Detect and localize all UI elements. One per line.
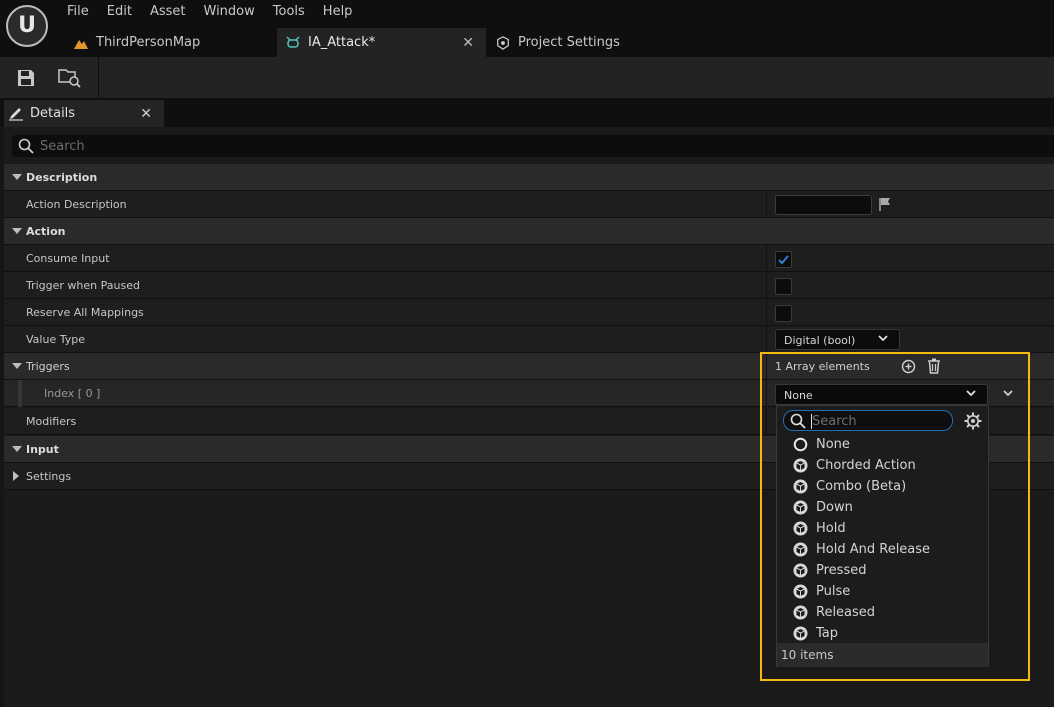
property-action-description: Action Description (4, 191, 1054, 218)
expand-arrow-icon (12, 446, 22, 452)
title-bar: U File Edit Asset Window Tools Help Thir… (0, 0, 1054, 57)
picker-search-input[interactable]: Search (783, 410, 953, 431)
picker-item-down[interactable]: Down (793, 497, 853, 518)
menu-window[interactable]: Window (195, 0, 264, 24)
collapsed-arrow-icon (13, 471, 19, 481)
property-reserve-all-mappings: Reserve All Mappings (4, 299, 1054, 326)
picker-item-pressed[interactable]: Pressed (793, 560, 866, 581)
tab-project-settings[interactable]: Project Settings (487, 28, 677, 57)
class-cube-icon (793, 479, 808, 494)
close-icon[interactable]: ✕ (462, 35, 474, 51)
tab-details[interactable]: Details ✕ (4, 100, 164, 127)
consume-input-checkbox[interactable] (775, 251, 792, 268)
tab-thirdpersonmap[interactable]: ThirdPersonMap (64, 28, 276, 57)
menu-tools[interactable]: Tools (264, 0, 314, 24)
unreal-logo-icon[interactable]: U (6, 5, 48, 47)
search-placeholder: Search (40, 138, 85, 154)
level-icon (74, 36, 88, 50)
asset-toolbar (0, 57, 1054, 99)
menu-bar: File Edit Asset Window Tools Help (58, 0, 361, 24)
category-description[interactable]: Description (4, 164, 1054, 191)
property-consume-input: Consume Input (4, 245, 1054, 272)
class-cube-icon (793, 458, 808, 473)
checkmark-icon (778, 255, 789, 265)
details-tab-label: Details (30, 106, 76, 121)
property-trigger-when-paused: Trigger when Paused (4, 272, 1054, 299)
tab-label: IA_Attack* (308, 35, 376, 50)
search-icon (790, 413, 806, 429)
class-cube-icon (793, 584, 808, 599)
category-action[interactable]: Action (4, 218, 1054, 245)
picker-item-tap[interactable]: Tap (793, 623, 838, 644)
reserve-all-mappings-checkbox[interactable] (775, 305, 792, 322)
localization-flag-icon[interactable] (878, 197, 892, 211)
picker-item-none[interactable]: None (793, 434, 850, 455)
property-value-type: Value Type Digital (bool) (4, 326, 1054, 353)
picker-item-chorded-action[interactable]: Chorded Action (793, 455, 916, 476)
menu-edit[interactable]: Edit (98, 0, 141, 24)
picker-item-hold-and-release[interactable]: Hold And Release (793, 539, 930, 560)
menu-file[interactable]: File (58, 0, 98, 24)
picker-item-hold[interactable]: Hold (793, 518, 846, 539)
settings-cube-icon (496, 35, 510, 50)
expand-arrow-icon (12, 174, 22, 180)
menu-help[interactable]: Help (314, 0, 362, 24)
class-cube-icon (793, 521, 808, 536)
expand-arrow-icon (12, 363, 22, 369)
class-cube-icon (793, 500, 808, 515)
picker-item-pulse[interactable]: Pulse (793, 581, 850, 602)
panel-tab-strip: Details ✕ (0, 99, 1054, 127)
input-action-icon (286, 35, 300, 50)
picker-item-released[interactable]: Released (793, 602, 875, 623)
tab-ia-attack[interactable]: IA_Attack* ✕ (277, 28, 486, 57)
tab-label: ThirdPersonMap (96, 35, 201, 50)
edit-pencil-icon (8, 107, 24, 121)
drag-handle-icon[interactable] (18, 380, 22, 407)
close-icon[interactable]: ✕ (140, 106, 152, 122)
chevron-down-icon (877, 333, 889, 346)
search-icon (18, 138, 34, 154)
menu-asset[interactable]: Asset (141, 0, 195, 24)
picker-item-count: 10 items (777, 643, 988, 667)
action-description-input[interactable] (775, 195, 872, 215)
details-search-input[interactable]: Search (12, 135, 1054, 157)
browse-asset-icon[interactable] (58, 66, 82, 90)
gear-icon[interactable] (964, 412, 982, 430)
trigger-class-picker: Search None Chorded Action Combo (Beta) … (776, 405, 989, 667)
save-icon[interactable] (14, 66, 38, 90)
class-cube-icon (793, 626, 808, 641)
value-type-dropdown[interactable]: Digital (bool) (775, 329, 900, 350)
class-cube-icon (793, 542, 808, 557)
picker-item-combo-beta[interactable]: Combo (Beta) (793, 476, 906, 497)
tab-label: Project Settings (518, 35, 620, 50)
class-cube-icon (793, 605, 808, 620)
class-cube-icon (793, 563, 808, 578)
expand-arrow-icon (12, 228, 22, 234)
trigger-when-paused-checkbox[interactable] (775, 278, 792, 295)
none-circle-icon (793, 437, 808, 452)
